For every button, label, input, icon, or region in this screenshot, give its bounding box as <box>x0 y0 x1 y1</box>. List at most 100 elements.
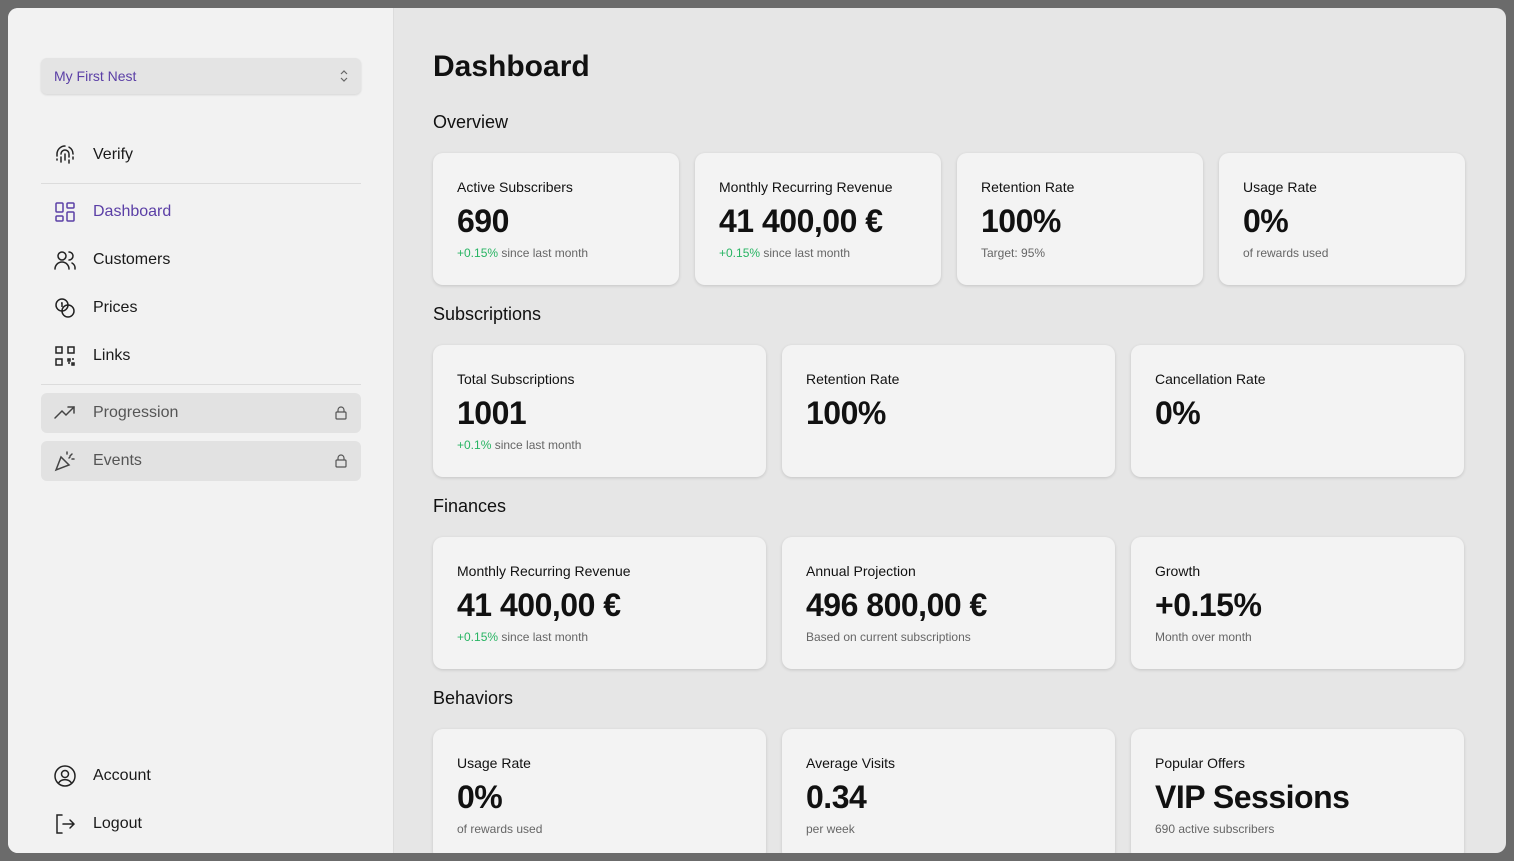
metric-subtext: of rewards used <box>1243 246 1329 260</box>
sidebar-item-events[interactable]: Events <box>41 441 361 481</box>
grid-icon <box>53 200 77 224</box>
chevron-up-down-icon <box>340 70 348 82</box>
metric-sub-label: since last month <box>491 438 582 452</box>
logout-icon <box>53 812 77 836</box>
metric-card: Popular Offers VIP Sessions 690 active s… <box>1131 729 1464 853</box>
metric-card: Retention Rate 100% Target: 95% <box>957 153 1203 285</box>
sidebar-item-label: Progression <box>93 404 179 421</box>
metric-value: 690 <box>457 203 509 239</box>
sidebar-item-label: Customers <box>93 251 171 268</box>
metric-title: Growth <box>1155 563 1201 579</box>
sidebar-item-label: Prices <box>93 299 138 316</box>
metric-card: Annual Projection 496 800,00 € Based on … <box>782 537 1115 669</box>
metric-card: Monthly Recurring Revenue 41 400,00 € +0… <box>695 153 941 285</box>
section-title-overview: Overview <box>433 112 509 132</box>
sidebar-item-label: Events <box>93 452 142 469</box>
metric-subtext: 690 active subscribers <box>1155 822 1275 836</box>
sidebar-item-label: Account <box>93 767 151 784</box>
metric-card: Usage Rate 0% of rewards used <box>1219 153 1465 285</box>
lock-icon <box>335 406 347 420</box>
section-title-subscriptions: Subscriptions <box>433 304 542 324</box>
fingerprint-icon <box>53 143 77 167</box>
metric-delta: +0.15% <box>719 246 761 260</box>
metric-value: VIP Sessions <box>1155 779 1350 815</box>
metric-value: 0.34 <box>806 779 867 815</box>
metric-title: Monthly Recurring Revenue <box>457 563 631 579</box>
finances-cards: Monthly Recurring Revenue 41 400,00 € +0… <box>433 537 1464 669</box>
metric-subtext: per week <box>806 822 855 836</box>
sidebar-item-prices[interactable]: Prices <box>41 288 361 328</box>
metric-subtext: +0.15% since last month <box>719 246 917 260</box>
metric-value: 496 800,00 € <box>806 587 987 623</box>
metric-card: Monthly Recurring Revenue 41 400,00 € +0… <box>433 537 766 669</box>
sidebar-item-customers[interactable]: Customers <box>41 240 361 280</box>
metric-card: Total Subscriptions 1001 +0.1% since las… <box>433 345 766 477</box>
trending-up-icon <box>53 401 77 425</box>
sidebar-item-label: Logout <box>93 815 142 832</box>
section-title-behaviors: Behaviors <box>433 688 514 708</box>
overview-cards: Active Subscribers 690 +0.15% since last… <box>433 153 1465 285</box>
user-circle-icon <box>53 764 77 788</box>
sidebar-item-progression[interactable]: Progression <box>41 393 361 433</box>
metric-card: Average Visits 0.34 per week <box>782 729 1115 853</box>
metric-card: Cancellation Rate 0% <box>1131 345 1464 477</box>
sidebar-item-label: Links <box>93 347 131 364</box>
metric-title: Active Subscribers <box>457 179 573 195</box>
metric-subtext: Target: 95% <box>981 246 1046 260</box>
subscriptions-cards: Total Subscriptions 1001 +0.1% since las… <box>433 345 1464 477</box>
metric-delta: +0.1% <box>457 438 492 452</box>
qr-code-icon <box>53 344 77 368</box>
sidebar-item-dashboard[interactable]: Dashboard <box>41 192 361 232</box>
main-content: Dashboard Overview Active Subscribers 69… <box>394 8 1506 853</box>
lock-icon <box>335 454 347 468</box>
page-title: Dashboard <box>433 50 590 83</box>
metric-value: 41 400,00 € <box>719 203 883 239</box>
metric-title: Popular Offers <box>1155 755 1246 771</box>
app-window: My First Nest Verify Dashboard Customers… <box>8 8 1506 853</box>
sidebar-item-label: Dashboard <box>93 203 172 220</box>
metric-sub-label: since last month <box>498 630 589 644</box>
nav-bottom: Account Logout <box>41 756 361 852</box>
nest-selector[interactable]: My First Nest <box>41 58 361 94</box>
sidebar-item-label: Verify <box>93 146 134 163</box>
metric-subtext: +0.1% since last month <box>457 438 742 452</box>
metric-title: Cancellation Rate <box>1155 371 1266 387</box>
metric-subtext: +0.15% since last month <box>457 246 655 260</box>
metric-subtext: +0.15% since last month <box>457 630 742 644</box>
metric-title: Annual Projection <box>806 563 916 579</box>
sidebar-item-verify[interactable]: Verify <box>41 135 361 175</box>
nest-selector-label: My First Nest <box>54 68 137 84</box>
metric-value: 0% <box>457 779 503 815</box>
metric-value: 100% <box>981 203 1061 239</box>
metric-delta: +0.15% <box>457 246 499 260</box>
metric-title: Retention Rate <box>981 179 1075 195</box>
metric-title: Total Subscriptions <box>457 371 575 387</box>
metric-value: 100% <box>806 395 886 431</box>
metric-card: Growth +0.15% Month over month <box>1131 537 1464 669</box>
metric-subtext: Month over month <box>1155 630 1252 644</box>
sidebar-item-logout[interactable]: Logout <box>41 804 361 844</box>
metric-subtext: Based on current subscriptions <box>806 630 971 644</box>
party-popper-icon <box>53 449 77 473</box>
metric-value: 41 400,00 € <box>457 587 621 623</box>
metric-card: Active Subscribers 690 +0.15% since last… <box>433 153 679 285</box>
metric-title: Usage Rate <box>457 755 531 771</box>
behaviors-cards: Usage Rate 0% of rewards used Average Vi… <box>433 729 1464 853</box>
metric-value: 0% <box>1155 395 1201 431</box>
metric-title: Monthly Recurring Revenue <box>719 179 893 195</box>
metric-value: 1001 <box>457 395 527 431</box>
metric-sub-label: since last month <box>760 246 851 260</box>
sidebar-item-account[interactable]: Account <box>41 756 361 796</box>
sidebar-item-links[interactable]: Links <box>41 336 361 376</box>
coins-icon <box>53 296 77 320</box>
metric-title: Usage Rate <box>1243 179 1317 195</box>
metric-title: Average Visits <box>806 755 895 771</box>
metric-value: 0% <box>1243 203 1289 239</box>
divider <box>41 183 361 184</box>
metric-sub-label: since last month <box>498 246 589 260</box>
nav-top: Verify Dashboard Customers Prices Links … <box>41 135 361 489</box>
metric-subtext: of rewards used <box>457 822 543 836</box>
sidebar: My First Nest Verify Dashboard Customers… <box>8 8 394 853</box>
divider <box>41 384 361 385</box>
metric-card: Retention Rate 100% <box>782 345 1115 477</box>
